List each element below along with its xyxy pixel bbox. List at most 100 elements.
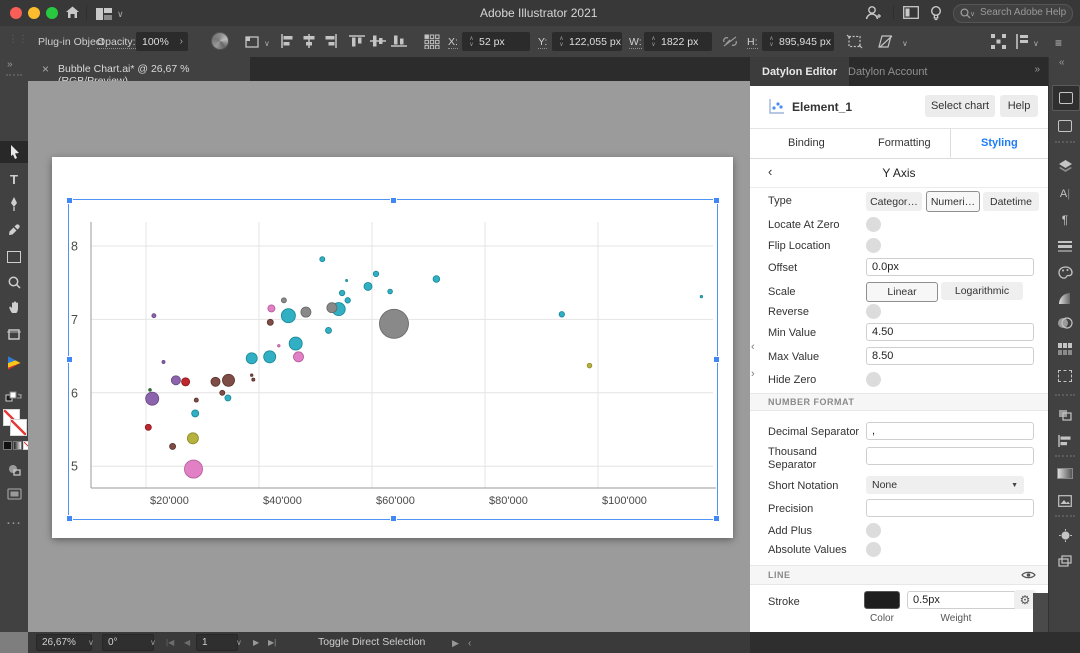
selection-bounding-box[interactable] [68, 199, 718, 520]
help-button[interactable]: Help [1000, 95, 1038, 117]
selection-handle[interactable] [66, 356, 73, 363]
close-window-button[interactable] [10, 7, 22, 19]
artboard-panel-icon[interactable] [1057, 368, 1073, 384]
chevron-down-icon[interactable]: ∨ [88, 638, 94, 647]
w-field[interactable]: ∧∨ 1822 px [644, 32, 712, 51]
type-datetime-button[interactable]: Datetime [983, 192, 1039, 211]
zoom-window-button[interactable] [46, 7, 58, 19]
tab-formatting[interactable]: Formatting [878, 137, 931, 149]
panel-collapse-left-icon[interactable]: ‹ [751, 341, 755, 353]
prev-page-icon[interactable]: ◀ [184, 638, 190, 647]
last-page-icon[interactable]: ▶| [268, 638, 276, 647]
gradient-tool-panel-icon[interactable] [1057, 465, 1073, 481]
search-input[interactable] [978, 6, 1070, 19]
selection-handle[interactable] [713, 197, 720, 204]
datylon-tool-icon[interactable] [0, 352, 28, 374]
pathfinder-panel-icon[interactable] [1057, 407, 1073, 423]
absolute-values-toggle[interactable] [866, 542, 881, 557]
constrain-proportions-icon[interactable] [722, 35, 738, 53]
reverse-toggle[interactable] [866, 304, 881, 319]
draw-mode-icon[interactable] [0, 459, 28, 481]
selection-tool-icon[interactable] [0, 141, 28, 163]
recolor-artwork-icon[interactable] [211, 32, 229, 50]
x-field[interactable]: ∧∨ 52 px [462, 32, 530, 51]
asset-export-panel-icon[interactable] [1057, 527, 1073, 543]
rotation-field[interactable]: 0° [102, 634, 154, 651]
distribute-icon[interactable] [424, 34, 440, 54]
artboards-panel-icon[interactable] [1057, 553, 1073, 569]
y-field[interactable]: ∧∨ 122,055 px [552, 32, 622, 51]
close-tab-icon[interactable]: × [42, 62, 49, 76]
next-page-icon[interactable]: ▶ [253, 638, 259, 647]
chevron-down-icon[interactable]: ∨ [150, 638, 156, 647]
y-label[interactable]: Y: [538, 36, 547, 49]
paragraph-settings-icon[interactable] [1015, 34, 1029, 54]
scale-linear-button[interactable]: Linear [866, 282, 938, 302]
canvas[interactable]: 5678$20'000$40'000$60'000$80'000$100'000 [28, 81, 750, 632]
hand-tool-icon[interactable] [0, 296, 28, 318]
min-value-input[interactable] [866, 323, 1034, 341]
discover-lightbulb-icon[interactable] [928, 4, 944, 27]
shear-tool-icon[interactable] [878, 34, 895, 54]
type-categorical-button[interactable]: Categor… [866, 192, 922, 211]
stepper-icon[interactable]: ∧∨ [556, 36, 567, 48]
transform-icon[interactable] [245, 34, 263, 54]
page-number-field[interactable]: 1 [196, 634, 238, 651]
stepper-icon[interactable]: ∧∨ [466, 36, 477, 48]
opacity-field[interactable]: 100% › [136, 32, 188, 51]
properties-grid-icon[interactable] [991, 34, 1006, 54]
paragraph-panel-icon[interactable]: ¶ [1057, 212, 1073, 228]
stepper-icon[interactable]: ∧∨ [648, 36, 659, 48]
expand-panels-icon[interactable]: « [1059, 57, 1065, 68]
free-transform-icon[interactable] [846, 34, 863, 54]
home-icon[interactable] [64, 4, 81, 26]
swatches-panel-icon[interactable] [1057, 341, 1073, 357]
tools-grip[interactable] [6, 74, 22, 76]
artboard-tool-icon[interactable] [0, 323, 28, 345]
stroke-color-swatch[interactable] [864, 591, 900, 609]
play-icon[interactable]: ▶ [452, 638, 459, 649]
align-top-icon[interactable] [349, 34, 365, 48]
zoom-level-field[interactable]: 26,67% [36, 634, 92, 651]
swap-fill-stroke-icon[interactable] [0, 387, 28, 409]
minimize-window-button[interactable] [28, 7, 40, 19]
opacity-label[interactable]: Opacity: [97, 36, 136, 49]
align-panel-icon[interactable] [1057, 433, 1073, 449]
short-notation-dropdown[interactable]: None ▼ [866, 476, 1024, 494]
selection-handle[interactable] [66, 515, 73, 522]
tab-binding[interactable]: Binding [788, 137, 825, 149]
chevron-left-icon[interactable]: ‹ [468, 638, 471, 649]
select-chart-button[interactable]: Select chart [925, 95, 995, 117]
selection-handle[interactable] [390, 197, 397, 204]
h-label[interactable]: H: [747, 36, 758, 49]
locate-at-zero-toggle[interactable] [866, 217, 881, 232]
workspace-layout-icon[interactable] [96, 7, 112, 25]
first-page-icon[interactable]: |◀ [166, 638, 174, 647]
precision-input[interactable] [866, 499, 1034, 517]
align-center-vertical-icon[interactable] [370, 34, 386, 48]
tab-styling[interactable]: Styling [950, 129, 1048, 158]
panel-menu-icon[interactable]: » [1034, 64, 1040, 75]
share-user-icon[interactable] [864, 4, 882, 27]
visibility-eye-icon[interactable] [1021, 569, 1036, 583]
libraries-panel-icon[interactable] [1052, 85, 1080, 111]
w-label[interactable]: W: [629, 36, 642, 49]
zoom-tool-icon[interactable] [0, 271, 28, 293]
help-search-box[interactable]: ∨ [953, 4, 1073, 23]
hide-zero-toggle[interactable] [866, 372, 881, 387]
collapse-tools-icon[interactable]: » [7, 59, 13, 70]
align-left-icon[interactable] [280, 34, 296, 48]
stroke-swatch-none[interactable] [10, 419, 25, 434]
color-panel-icon[interactable] [1057, 264, 1073, 280]
x-label[interactable]: X: [448, 36, 458, 49]
arrange-documents-icon[interactable] [903, 6, 919, 24]
screen-mode-icon[interactable] [0, 483, 28, 505]
gradient-panel-icon[interactable] [1057, 290, 1073, 306]
selection-handle[interactable] [713, 356, 720, 363]
edit-toolbar-icon[interactable]: … [0, 509, 28, 531]
max-value-input[interactable] [866, 347, 1034, 365]
stepper-icon[interactable]: ∧∨ [766, 36, 777, 48]
offset-input[interactable] [866, 258, 1034, 276]
document-tab[interactable]: × Bubble Chart.ai* @ 26,67 % (RGB/Previe… [28, 57, 250, 81]
stroke-weight-input[interactable] [907, 591, 1017, 609]
